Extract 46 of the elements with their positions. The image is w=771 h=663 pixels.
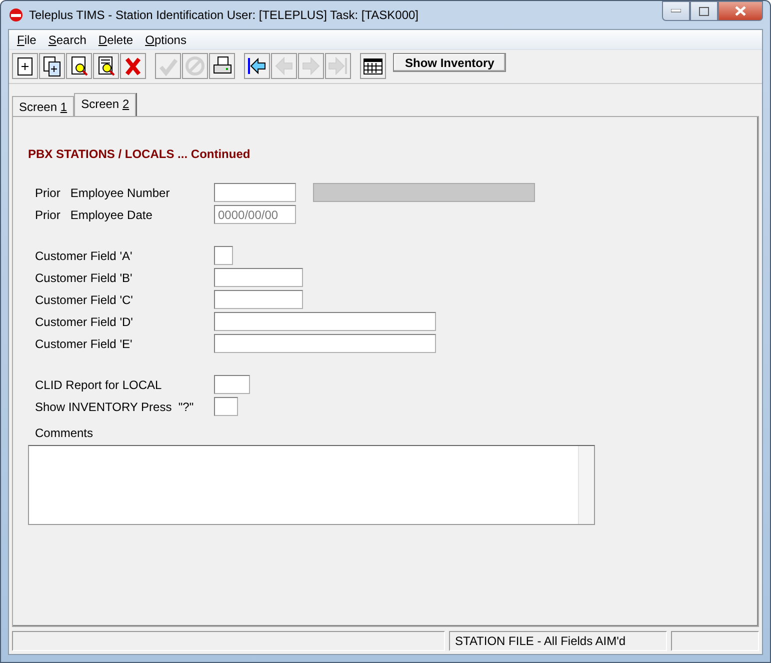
input-field[interactable]	[214, 397, 238, 416]
input-field[interactable]	[214, 334, 436, 353]
input-field[interactable]	[214, 246, 233, 265]
tab[interactable]: Screen 2	[74, 93, 136, 116]
menu-item[interactable]: File	[11, 32, 42, 46]
field-label: Show INVENTORY Press "?"	[35, 400, 195, 414]
minimize-button[interactable]	[662, 1, 690, 21]
close-button[interactable]	[718, 1, 763, 21]
new-button[interactable]	[12, 53, 38, 79]
scrollbar[interactable]	[578, 446, 594, 524]
input-field[interactable]	[214, 290, 303, 309]
field-label: Customer Field 'E'	[35, 336, 134, 350]
menu-item[interactable]: Options	[139, 32, 192, 46]
menu-item[interactable]: Delete	[92, 32, 140, 46]
tab[interactable]: Screen 1	[12, 96, 74, 116]
input-field[interactable]	[214, 183, 296, 202]
input-field[interactable]	[214, 268, 303, 287]
field-label: CLID Report for LOCAL	[35, 378, 163, 392]
calendar-button[interactable]	[360, 53, 386, 79]
close-icon	[735, 6, 746, 16]
maximize-button[interactable]	[690, 1, 718, 21]
field-label: Customer Field 'A'	[35, 248, 134, 262]
browse-button[interactable]	[93, 53, 119, 79]
minimize-icon	[671, 9, 681, 13]
field-label: Comments	[35, 426, 94, 440]
field-label: Prior Employee Number	[35, 186, 171, 200]
first-button[interactable]	[244, 53, 270, 79]
status-message: STATION FILE - All Fields AIM'd	[449, 631, 667, 651]
field-label: Customer Field 'D'	[35, 314, 134, 328]
input-field[interactable]: 0000/00/00	[214, 205, 296, 224]
copy-button[interactable]	[39, 53, 65, 79]
input-field[interactable]	[214, 375, 250, 394]
field-label: Prior Employee Date	[35, 208, 154, 222]
input-field[interactable]	[214, 312, 436, 331]
print-button[interactable]	[209, 53, 235, 79]
comments-field[interactable]	[28, 445, 595, 525]
section-heading: PBX STATIONS / LOCALS ... Continued	[28, 147, 252, 161]
find-button[interactable]	[66, 53, 92, 79]
field-label: Customer Field 'B'	[35, 270, 134, 284]
app-logo-icon	[9, 8, 23, 22]
field-label: Customer Field 'C'	[35, 292, 134, 306]
delete-button[interactable]	[120, 53, 146, 79]
maximize-icon	[699, 6, 709, 16]
menu-item[interactable]: Search	[42, 32, 92, 46]
show-inventory-button[interactable]: Show Inventory	[393, 53, 506, 72]
window-title: Teleplus TIMS - Station Identification User: [TELEPLUS] Task: [TASK000]	[29, 8, 419, 22]
